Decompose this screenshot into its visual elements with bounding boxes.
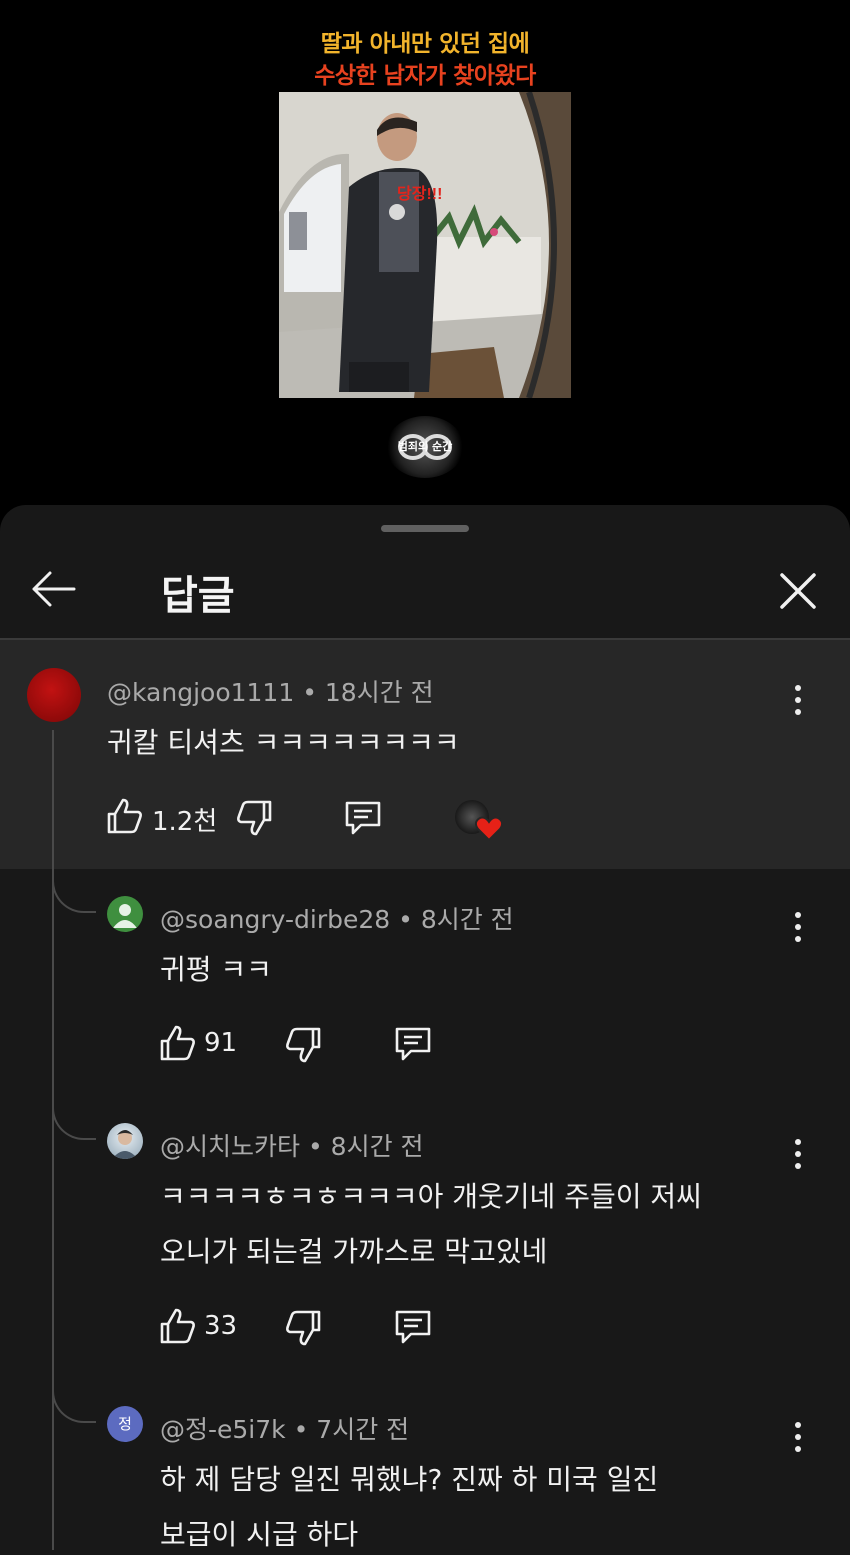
meta-separator: • [302,678,317,707]
thumbs-down-icon [286,1310,321,1346]
comment-text: 귀평 ㅋㅋ [160,953,272,986]
comment-time: 8시간 전 [420,905,514,934]
drag-handle[interactable] [381,525,469,532]
comment-meta: @시치노카타 • 8시간 전 [160,1127,424,1163]
avatar[interactable] [107,896,143,932]
comment-meta: @kangjoo1111 • 18시간 전 [107,673,434,709]
comment-author[interactable]: @시치노카타 [160,1132,300,1161]
comment-meta: @정-e5i7k • 7시간 전 [160,1410,409,1446]
like-count: 91 [204,1028,238,1058]
thumbs-up-icon [160,1025,195,1061]
panel-header: 답글 [0,541,850,639]
comment-author[interactable]: @soangry-dirbe28 [160,905,390,934]
panel-title: 답글 [161,573,235,619]
like-button[interactable] [158,1306,198,1346]
comment-text: 귀칼 티셔츠 ㅋㅋㅋㅋㅋㅋㅋㅋ [107,726,460,759]
comment-text-line: 오니가 되는걸 가까스로 막고있네 [160,1235,548,1268]
replies-panel: 답글 @kangjoo1111 • 18시간 전 귀칼 티셔츠 ㅋㅋㅋㅋㅋㅋㅋㅋ… [0,505,850,1555]
comment-icon [395,1310,431,1344]
doorbell-camera-image: 당장!!! [279,92,571,398]
avatar[interactable] [27,668,81,722]
user-photo-icon [112,1130,138,1159]
more-options-button[interactable] [786,907,810,947]
comment-text-line: 하 제 담당 일진 뭐했냐? 진짜 하 미국 일진 [160,1463,659,1496]
thread-connector [52,1096,96,1140]
heart-icon [475,816,503,842]
comment-time: 18시간 전 [324,678,434,707]
like-button[interactable] [158,1023,198,1063]
meta-separator: • [307,1132,323,1161]
comment-time: 7시간 전 [316,1415,410,1444]
reply-button[interactable] [393,1025,433,1063]
dislike-button[interactable] [234,798,274,838]
more-options-button[interactable] [786,1417,810,1457]
more-options-button[interactable] [786,680,810,720]
creator-heart-badge [455,798,503,842]
close-button[interactable] [772,565,824,617]
comment-text-line: ㅋㅋㅋㅋㅎㅋㅎㅋㅋㅋ아 개웃기네 주들이 저씨 [160,1180,702,1213]
thumbs-up-icon [160,1308,195,1344]
thumbs-up-icon [107,798,142,834]
reply-button[interactable] [393,1308,433,1346]
channel-logo-text: 범죄의 순간 [397,440,453,453]
thread-line [52,730,54,1550]
like-count: 1.2천 [152,807,218,837]
comment-icon [395,1027,431,1061]
comment-author[interactable]: @kangjoo1111 [107,678,294,707]
thumbs-down-icon [286,1027,321,1063]
comment-text-line: 보급이 시급 하다 [160,1518,359,1551]
back-button[interactable] [28,565,82,613]
avatar[interactable] [107,1123,143,1159]
comment-icon [345,801,381,835]
default-user-icon [113,904,137,928]
channel-logo[interactable]: 범죄의 순간 [386,416,464,478]
reply-button[interactable] [343,799,383,837]
parent-comment: @kangjoo1111 • 18시간 전 귀칼 티셔츠 ㅋㅋㅋㅋㅋㅋㅋㅋ 1.… [0,640,850,869]
comment-time: 8시간 전 [330,1132,424,1161]
video-player[interactable]: 딸과 아내만 있던 집에 수상한 남자가 찾아왔다 당장!!! 범죄의 순간 [0,0,850,505]
video-frame: 당장!!! [279,92,571,398]
dislike-button[interactable] [283,1025,323,1065]
like-button[interactable] [105,796,145,836]
avatar[interactable]: 정 [107,1406,143,1442]
video-title-line1: 딸과 아내만 있던 집에 [320,31,530,57]
meta-separator: • [293,1415,309,1444]
thumbs-down-icon [237,800,272,836]
dislike-button[interactable] [283,1308,323,1348]
arrow-left-icon [32,571,76,607]
close-icon [780,573,816,609]
like-count: 33 [204,1311,238,1341]
video-title-line2: 수상한 남자가 찾아왔다 [314,63,536,89]
meta-separator: • [398,905,413,934]
comment-author[interactable]: @정-e5i7k [160,1415,286,1444]
comment-meta: @soangry-dirbe28 • 8시간 전 [160,900,514,936]
thread-connector [52,869,96,913]
video-overlay-caption: 당장!!! [397,185,442,203]
more-options-button[interactable] [786,1134,810,1174]
thread-connector [52,1379,96,1423]
